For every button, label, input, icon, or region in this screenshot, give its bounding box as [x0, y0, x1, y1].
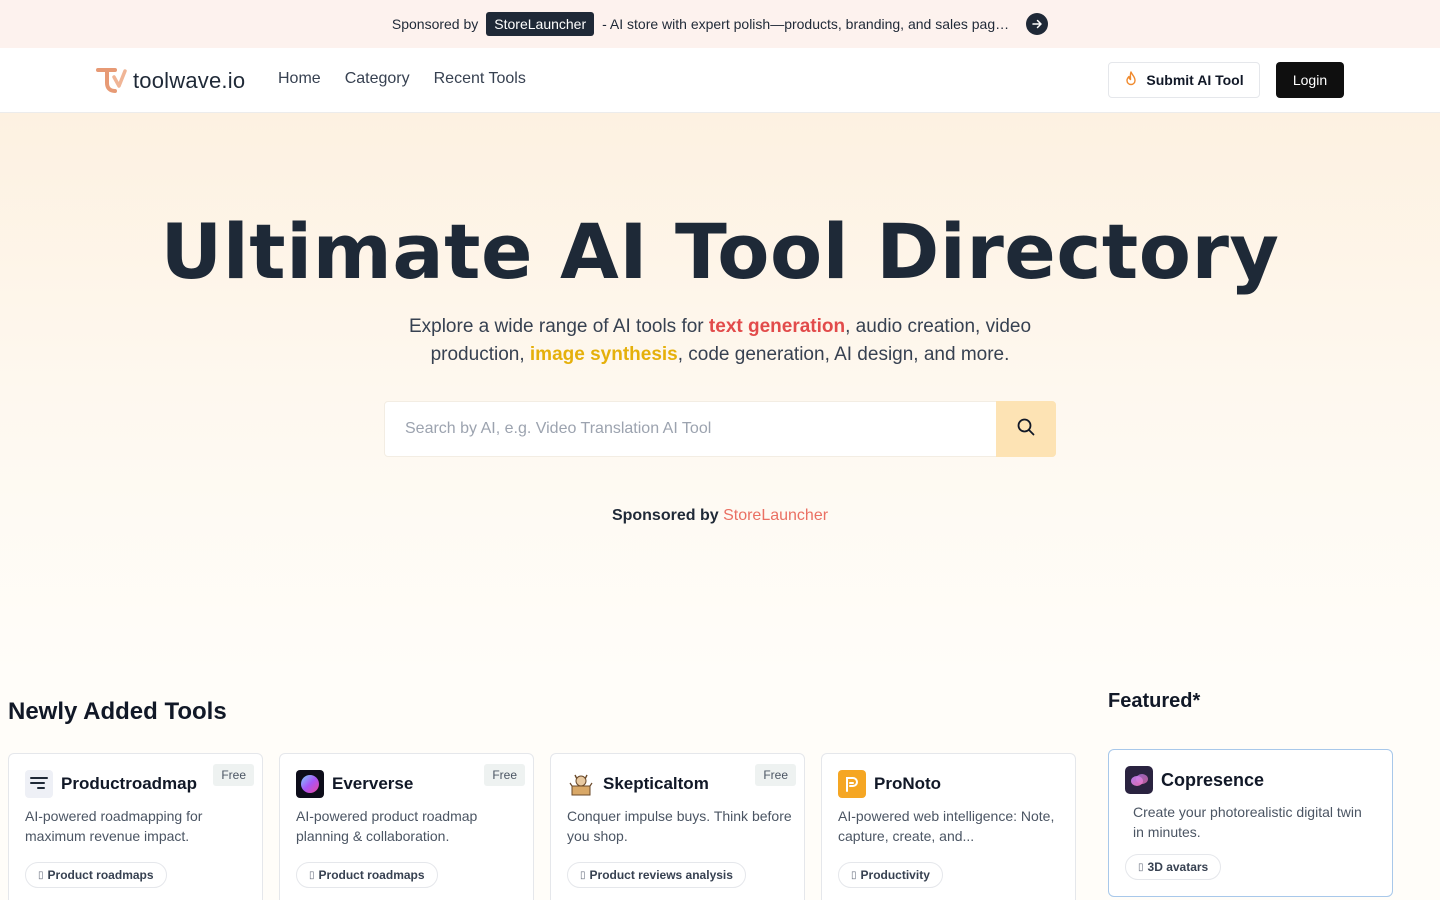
featured-card-copresence[interactable]: Copresence Create your photorealistic di…	[1108, 749, 1393, 897]
hero-sponsor-brand[interactable]: StoreLauncher	[723, 507, 828, 524]
sponsor-bar[interactable]: Sponsored by StoreLauncher - AI store wi…	[0, 0, 1440, 48]
featured-title: Featured*	[1108, 690, 1201, 712]
hero-highlight-image-synthesis: image synthesis	[529, 344, 678, 365]
pronoto-icon	[838, 770, 866, 798]
tool-description: AI-powered roadmapping for maximum reven…	[25, 808, 203, 844]
tool-description: Conquer impulse buys. Think before you s…	[567, 808, 792, 844]
tool-tag[interactable]: ▯ Product roadmaps	[25, 862, 167, 888]
logo-text: toolwave.io	[133, 68, 246, 93]
pricing-badge: Free	[755, 764, 796, 786]
tool-card-productroadmap[interactable]: Productroadmap Free AI-powered roadmappi…	[8, 753, 263, 900]
tool-tag[interactable]: ▯ 3D avatars	[1125, 854, 1222, 880]
sponsor-label: Sponsored by	[391, 16, 479, 32]
hero-section: Ultimate AI Tool Directory Explore a wid…	[0, 113, 1440, 673]
tag-icon: ▯	[851, 869, 857, 881]
tool-name: ProNoto	[874, 774, 942, 793]
hero-title: Ultimate AI Tool Directory	[160, 207, 1280, 296]
copresence-icon	[1125, 766, 1153, 794]
flame-icon	[1124, 70, 1138, 90]
submit-ai-tool-label: Submit AI Tool	[1146, 72, 1244, 88]
tool-tag[interactable]: ▯ Productivity	[838, 862, 943, 888]
hero-subtitle: Explore a wide range of AI tools for tex…	[360, 313, 1080, 369]
sponsor-text[interactable]: - AI store with expert polish—products, …	[602, 16, 1016, 32]
tool-card-skepticaltom[interactable]: Skepticaltom Free Conquer impulse buys. …	[550, 753, 805, 900]
tool-card-eververse[interactable]: Eververse Free AI-powered product roadma…	[279, 753, 534, 900]
nav-item-home[interactable]: Home	[278, 70, 321, 88]
nav-item-recent-tools[interactable]: Recent Tools	[434, 70, 526, 88]
hero-sponsor-label: Sponsored by	[611, 507, 719, 524]
tool-name: Copresence	[1161, 769, 1265, 790]
tool-tag-label: Product reviews analysis	[589, 868, 733, 882]
tool-tag-label: Product roadmaps	[47, 868, 154, 882]
main-nav: Home Category Recent Tools	[278, 70, 526, 88]
search-button[interactable]	[996, 401, 1056, 457]
submit-ai-tool-button[interactable]: Submit AI Tool	[1108, 62, 1260, 98]
tool-description: AI-powered product roadmap planning & co…	[296, 808, 478, 844]
hero-highlight-text-generation: text generation	[708, 316, 846, 337]
nav-item-category[interactable]: Category	[345, 70, 410, 88]
search-box	[384, 401, 1056, 457]
tool-card-pronoto[interactable]: ProNoto AI-powered web intelligence: Not…	[821, 753, 1076, 900]
hero-sub-part1: Explore a wide range of AI tools for	[408, 316, 709, 337]
tool-tag-label: Product roadmaps	[318, 868, 425, 882]
tool-tag[interactable]: ▯ Product reviews analysis	[567, 862, 746, 888]
pricing-badge: Free	[213, 764, 254, 786]
newly-added-title: Newly Added Tools	[8, 698, 227, 725]
hero-sub-part3: , code generation, AI design, and more.	[677, 344, 1010, 365]
tool-name: Skepticaltom	[603, 774, 709, 793]
tag-icon: ▯	[38, 869, 44, 881]
tag-icon: ▯	[309, 869, 315, 881]
search-icon	[1016, 417, 1036, 442]
hero-sponsor: Sponsored by StoreLauncher	[0, 507, 1440, 525]
logo[interactable]: toolwave.io	[96, 65, 245, 97]
logo-icon	[96, 65, 128, 97]
tag-icon: ▯	[580, 869, 586, 881]
sponsor-brand-badge[interactable]: StoreLauncher	[486, 12, 595, 36]
site-header: toolwave.io Home Category Recent Tools S…	[0, 48, 1440, 113]
search-input[interactable]	[385, 402, 997, 456]
tag-icon: ▯	[1138, 861, 1144, 873]
tool-tag[interactable]: ▯ Product roadmaps	[296, 862, 438, 888]
tool-name: Eververse	[332, 774, 414, 793]
tool-description: Create your photorealistic digital twin …	[1133, 804, 1362, 840]
tool-description: AI-powered web intelligence: Note, captu…	[838, 808, 1055, 844]
eververse-icon	[296, 770, 324, 798]
tool-tag-label: 3D avatars	[1147, 860, 1209, 874]
tool-tag-label: Productivity	[860, 868, 930, 882]
login-button[interactable]: Login	[1276, 62, 1344, 98]
arrow-right-icon[interactable]	[1026, 13, 1049, 35]
pricing-badge: Free	[484, 764, 525, 786]
roadmap-icon	[25, 770, 53, 798]
tool-name: Productroadmap	[61, 774, 198, 793]
cat-box-icon	[567, 770, 595, 798]
